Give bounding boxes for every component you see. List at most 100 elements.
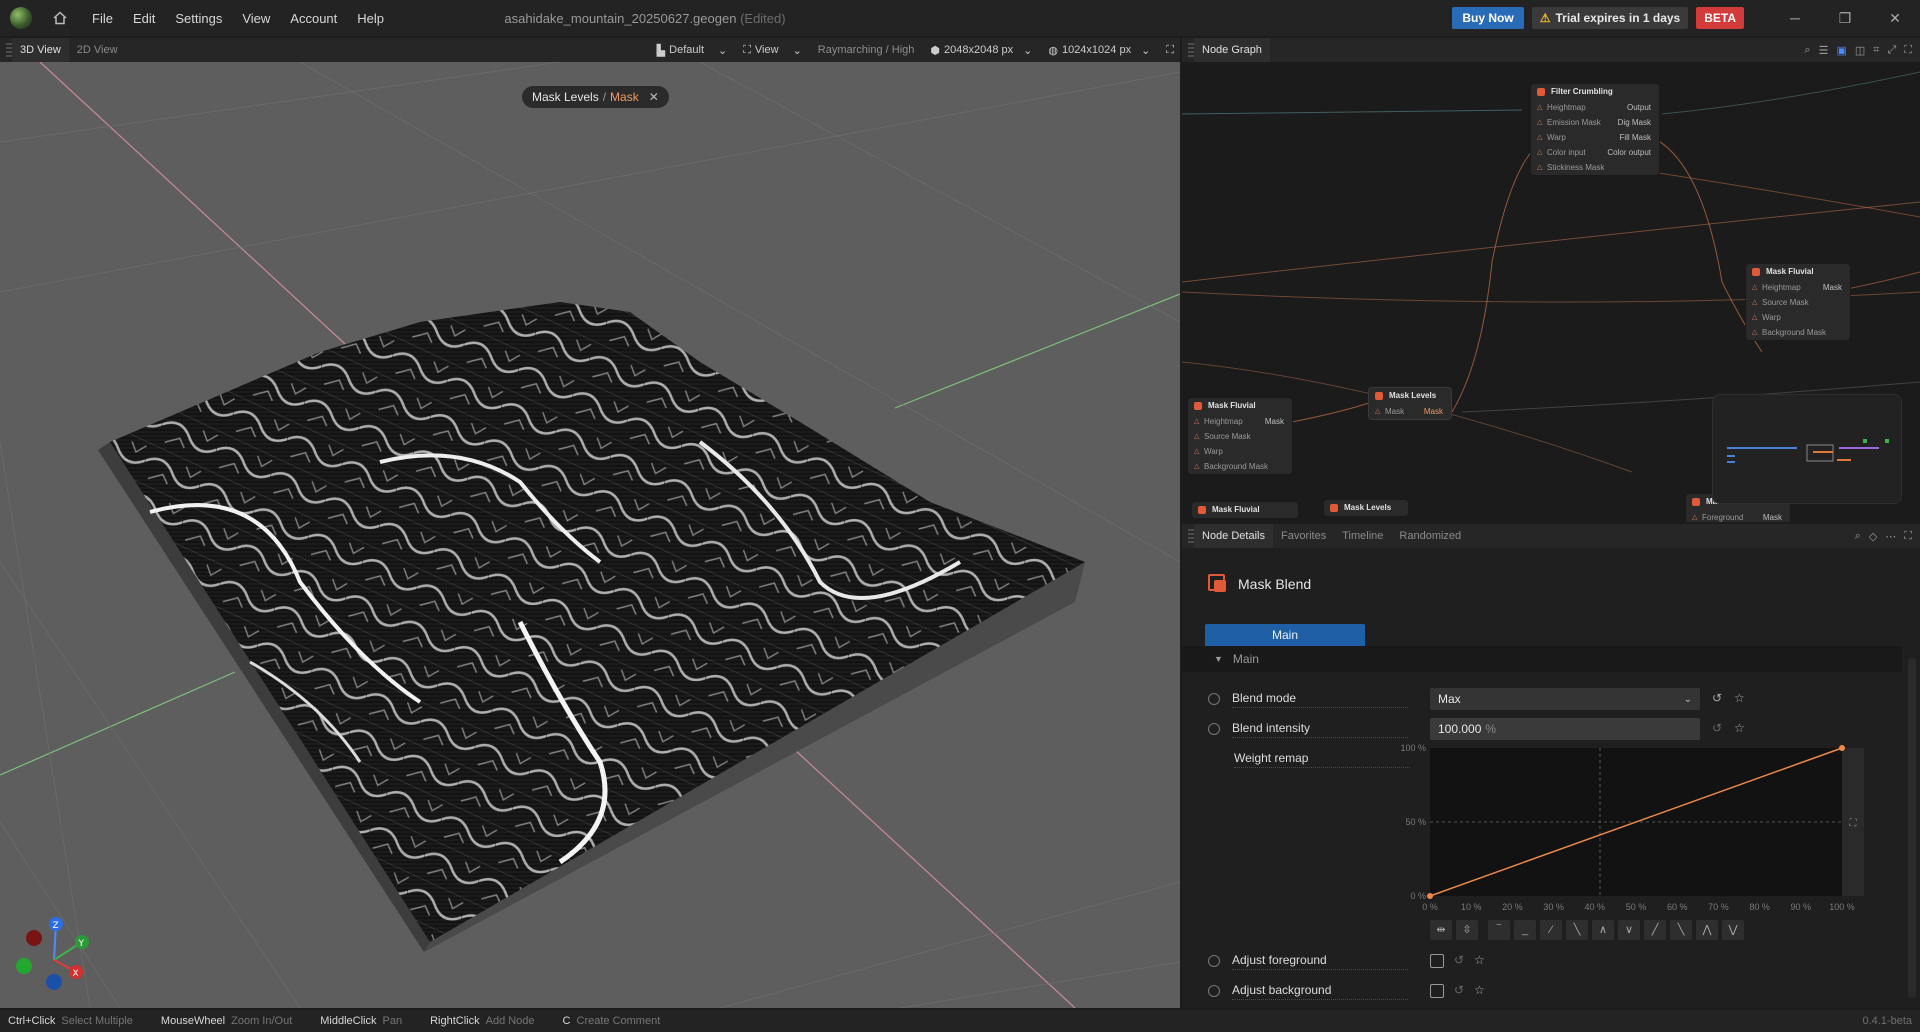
node-port[interactable]: Mask bbox=[1265, 414, 1284, 429]
node-port[interactable]: Color output bbox=[1607, 145, 1651, 160]
preset-hill-icon[interactable]: ⋀ bbox=[1696, 920, 1718, 940]
view-dropdown[interactable]: ⛶ View ⌄ bbox=[737, 44, 808, 57]
expose-toggle[interactable] bbox=[1208, 955, 1220, 967]
node-mask-levels-2[interactable]: Mask Levels bbox=[1324, 500, 1408, 516]
tab-randomized[interactable]: Randomized bbox=[1391, 524, 1469, 548]
breadcrumb-parent[interactable]: Mask Levels bbox=[532, 90, 599, 104]
expose-toggle[interactable] bbox=[1208, 693, 1220, 705]
node-mask-fluvial[interactable]: Mask Fluvial Heightmap Mask Source Mask W… bbox=[1746, 264, 1850, 340]
preset-linear-inv-icon[interactable]: ╲ bbox=[1566, 920, 1588, 940]
node-graph-canvas[interactable]: Filter Crumbling Heightmap Output Emissio… bbox=[1182, 62, 1920, 522]
buy-now-button[interactable]: Buy Now bbox=[1452, 7, 1524, 29]
tab-node-details[interactable]: Node Details bbox=[1194, 524, 1273, 548]
node-port[interactable]: Stickiness Mask bbox=[1547, 160, 1604, 175]
close-icon[interactable]: ✕ bbox=[649, 90, 659, 104]
node-port[interactable]: Source Mask bbox=[1204, 429, 1251, 444]
preset-ease-icon[interactable]: ╱ bbox=[1644, 920, 1666, 940]
flip-h-icon[interactable]: ⇹ bbox=[1430, 920, 1452, 940]
flip-v-icon[interactable]: ⇳ bbox=[1456, 920, 1478, 940]
node-port[interactable]: Heightmap bbox=[1204, 414, 1243, 429]
fit-icon[interactable]: ⤢ bbox=[1887, 44, 1896, 57]
output-res-dropdown[interactable]: ◍ 1024x1024 px ⌄ bbox=[1042, 44, 1156, 57]
diamond-icon[interactable]: ◇ bbox=[1869, 530, 1877, 543]
panel-grip-icon[interactable] bbox=[1188, 43, 1194, 57]
node-port[interactable]: Background Mask bbox=[1204, 459, 1268, 474]
adjust-foreground-checkbox[interactable] bbox=[1430, 954, 1444, 968]
tab-node-graph[interactable]: Node Graph bbox=[1194, 38, 1270, 62]
tab-main[interactable]: Main bbox=[1205, 624, 1365, 646]
grid-icon[interactable]: ▣ bbox=[1836, 44, 1846, 57]
preset-ease-inv-icon[interactable]: ╲ bbox=[1670, 920, 1692, 940]
trial-badge[interactable]: ⚠ Trial expires in 1 days bbox=[1531, 7, 1689, 29]
close-window-icon[interactable]: ✕ bbox=[1870, 10, 1920, 27]
reset-icon[interactable]: ↺ bbox=[1454, 983, 1464, 997]
blend-intensity-input[interactable]: 100.000 % bbox=[1430, 718, 1700, 740]
blend-mode-select[interactable]: Max ⌄ bbox=[1430, 688, 1700, 710]
layers-icon[interactable]: ◫ bbox=[1855, 44, 1865, 57]
tab-3d-view[interactable]: 3D View bbox=[12, 38, 69, 62]
preset-peak-icon[interactable]: ∧ bbox=[1592, 920, 1614, 940]
axis-gizmo-icon[interactable]: Z Y X bbox=[14, 910, 94, 990]
node-mask-fluvial-3[interactable]: Mask Fluvial bbox=[1192, 502, 1298, 518]
search-icon[interactable]: ⌕ bbox=[1855, 530, 1861, 543]
node-port[interactable]: Warp bbox=[1762, 310, 1781, 325]
node-port[interactable]: Emission Mask bbox=[1547, 115, 1601, 130]
weight-remap-curve[interactable]: 100 % 50 % 0 % 0 % 10 % 20 % 30 % 40 % 50 % 60 %… bbox=[1382, 744, 1872, 920]
node-mask-fluvial-2[interactable]: Mask Fluvial Heightmap Mask Source Mask W… bbox=[1188, 398, 1292, 474]
frame-icon[interactable]: ⌗ bbox=[1873, 44, 1879, 57]
fullscreen-icon[interactable]: ⛶ bbox=[1904, 44, 1912, 57]
reset-icon[interactable]: ↺ bbox=[1712, 691, 1722, 705]
adjust-background-checkbox[interactable] bbox=[1430, 984, 1444, 998]
node-port[interactable]: Source Mask bbox=[1762, 295, 1809, 310]
tab-timeline[interactable]: Timeline bbox=[1334, 524, 1391, 548]
node-port[interactable]: Mask bbox=[1385, 404, 1404, 419]
tab-2d-view[interactable]: 2D View bbox=[69, 38, 126, 62]
preset-dip-icon[interactable]: ⋁ bbox=[1722, 920, 1744, 940]
preset-valley-icon[interactable]: ∨ bbox=[1618, 920, 1640, 940]
expose-toggle[interactable] bbox=[1208, 723, 1220, 735]
reset-icon[interactable]: ↺ bbox=[1454, 953, 1464, 967]
panel-grip-icon[interactable] bbox=[6, 43, 12, 57]
star-icon[interactable]: ☆ bbox=[1734, 721, 1745, 735]
3d-viewport[interactable]: Mask Levels / Mask ✕ Z Y X bbox=[0, 62, 1180, 1008]
section-main-header[interactable]: ▼ Main bbox=[1182, 646, 1902, 672]
search-icon[interactable]: ⌕ bbox=[1804, 44, 1810, 57]
node-port[interactable]: Mask bbox=[1763, 510, 1782, 522]
preset-flat-high-icon[interactable]: ‾ bbox=[1488, 920, 1510, 940]
details-scrollbar[interactable] bbox=[1908, 658, 1916, 998]
resolution-dropdown[interactable]: ⬢ 2048x2048 px ⌄ bbox=[924, 44, 1038, 57]
node-port[interactable]: Mask bbox=[1823, 280, 1842, 295]
node-port[interactable]: Output bbox=[1627, 100, 1651, 115]
node-port[interactable]: Warp bbox=[1204, 444, 1223, 459]
node-port[interactable]: Background Mask bbox=[1762, 325, 1826, 340]
fullscreen-icon[interactable]: ⛶ bbox=[1160, 44, 1180, 57]
node-port[interactable]: Foreground bbox=[1702, 510, 1743, 522]
star-icon[interactable]: ☆ bbox=[1474, 953, 1485, 967]
curve-control-point[interactable] bbox=[1427, 893, 1433, 899]
node-port[interactable]: Warp bbox=[1547, 130, 1566, 145]
expose-toggle[interactable] bbox=[1208, 985, 1220, 997]
node-port[interactable]: Mask bbox=[1424, 404, 1443, 419]
expand-icon[interactable]: ⛶ bbox=[1849, 818, 1858, 829]
curve-control-point[interactable] bbox=[1839, 745, 1845, 751]
render-mode-label[interactable]: Raymarching / High bbox=[812, 44, 921, 56]
star-icon[interactable]: ☆ bbox=[1734, 691, 1745, 705]
tab-favorites[interactable]: Favorites bbox=[1273, 524, 1334, 548]
node-filter-crumbling[interactable]: Filter Crumbling Heightmap Output Emissio… bbox=[1531, 84, 1659, 175]
node-port[interactable]: Heightmap bbox=[1762, 280, 1801, 295]
preset-linear-icon[interactable]: ⁄ bbox=[1540, 920, 1562, 940]
graph-minimap[interactable] bbox=[1712, 394, 1902, 504]
preset-flat-low-icon[interactable]: _ bbox=[1514, 920, 1536, 940]
fullscreen-icon[interactable]: ⛶ bbox=[1904, 530, 1912, 543]
more-icon[interactable]: ⋯ bbox=[1885, 530, 1896, 543]
list-icon[interactable]: ☰ bbox=[1819, 44, 1829, 57]
panel-grip-icon[interactable] bbox=[1188, 529, 1194, 543]
node-port[interactable]: Dig Mask bbox=[1618, 115, 1651, 130]
node-port[interactable]: Fill Mask bbox=[1619, 130, 1651, 145]
reset-icon[interactable]: ↺ bbox=[1712, 721, 1722, 735]
maximize-icon[interactable]: ❐ bbox=[1820, 10, 1870, 27]
preset-dropdown[interactable]: ▙ Default ⌄ bbox=[651, 44, 734, 57]
star-icon[interactable]: ☆ bbox=[1474, 983, 1485, 997]
breadcrumb-child[interactable]: Mask bbox=[610, 90, 639, 104]
node-port[interactable]: Color input bbox=[1547, 145, 1586, 160]
